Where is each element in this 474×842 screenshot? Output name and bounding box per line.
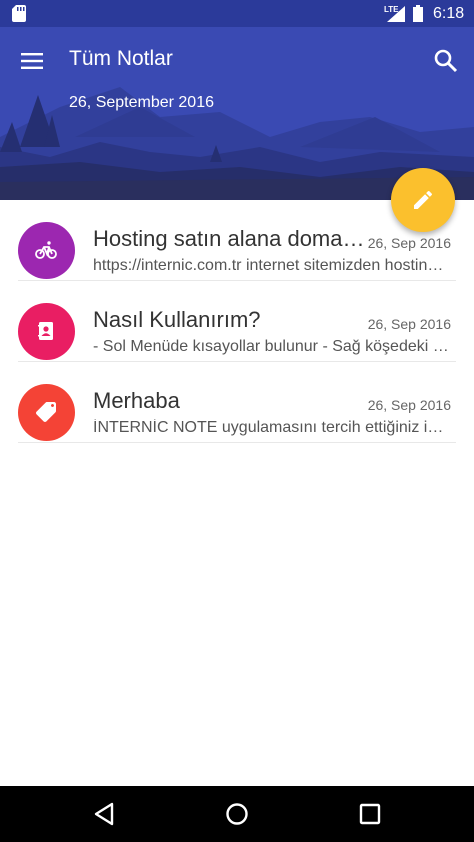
note-avatar [18, 384, 75, 441]
note-title: Hosting satın alana domain bedava! [93, 226, 368, 251]
page-title: Tüm Notlar [69, 47, 173, 70]
note-preview: - Sol Menüde kısayollar bulunur - Sağ kö… [93, 338, 451, 355]
battery-icon [413, 5, 423, 22]
screen: LTE 6:18 Tüm Notlar 26, September 2016 H… [0, 0, 474, 842]
note-preview: https://internic.com.tr internet sitemiz… [93, 257, 451, 274]
back-button[interactable] [90, 800, 118, 828]
note-date: 26, Sep 2016 [367, 397, 451, 413]
note-preview: İNTERNİC NOTE uygulamasını tercih ettiği… [93, 419, 451, 436]
search-button[interactable] [430, 45, 462, 77]
home-button[interactable] [223, 800, 251, 828]
pencil-icon [414, 190, 433, 209]
menu-icon [21, 53, 43, 69]
add-note-button[interactable] [391, 168, 455, 232]
home-icon [226, 803, 248, 825]
note-item[interactable]: Merhaba 26, Sep 2016 İNTERNİC NOTE uygul… [18, 362, 456, 443]
contact-book-icon [38, 322, 53, 340]
note-item[interactable]: Nasıl Kullanırım? 26, Sep 2016 - Sol Men… [18, 281, 456, 362]
note-list: Hosting satın alana domain bedava! 26, S… [0, 200, 474, 443]
note-item[interactable]: Hosting satın alana domain bedava! 26, S… [18, 200, 456, 281]
bicycle-icon [35, 241, 57, 259]
header-date: 26, September 2016 [69, 94, 214, 111]
sd-card-icon [12, 5, 26, 22]
signal-icon [387, 6, 405, 22]
navigation-bar [0, 786, 474, 842]
note-title: Nasıl Kullanırım? [93, 307, 261, 332]
note-title: Merhaba [93, 388, 180, 413]
note-avatar [18, 303, 75, 360]
status-bar: LTE 6:18 [0, 0, 474, 27]
note-date: 26, Sep 2016 [367, 316, 451, 332]
menu-button[interactable] [16, 45, 48, 77]
note-date: 26, Sep 2016 [367, 235, 451, 251]
back-icon [94, 802, 114, 826]
clock: 6:18 [433, 5, 465, 22]
search-icon [434, 49, 458, 73]
recents-button[interactable] [356, 800, 384, 828]
tag-icon [36, 402, 56, 422]
recents-icon [359, 803, 381, 825]
note-avatar [18, 222, 75, 279]
